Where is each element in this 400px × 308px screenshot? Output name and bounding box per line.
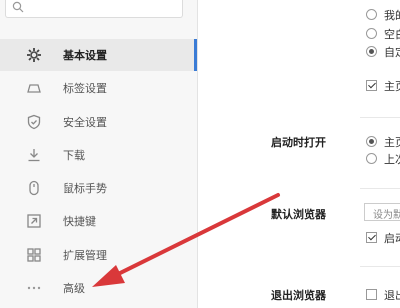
sidebar-item-extensions[interactable]: 扩展管理 bbox=[0, 239, 197, 271]
startup-last-label: 上次 bbox=[384, 153, 400, 166]
shield-icon bbox=[27, 114, 41, 130]
set-default-button[interactable]: 设为默认 bbox=[364, 203, 400, 221]
startup-check-checkbox[interactable] bbox=[366, 232, 377, 243]
blank-option-label: 空白 bbox=[384, 28, 400, 41]
extensions-icon bbox=[27, 248, 41, 262]
exit-checkbox[interactable] bbox=[366, 289, 377, 300]
divider bbox=[360, 266, 400, 267]
sidebar-item-download[interactable]: 下载 bbox=[0, 139, 197, 171]
exit-browser-label: 退出浏览器 bbox=[271, 289, 326, 302]
custom-option-label: 自定 bbox=[384, 46, 400, 59]
exit-checkbox-label: 退出 bbox=[384, 289, 400, 302]
homepage-checkbox-label: 主页 bbox=[384, 80, 400, 93]
homepage-checkbox[interactable] bbox=[366, 80, 377, 91]
startup-home-label: 主页 bbox=[384, 136, 400, 149]
default-browser-label: 默认浏览器 bbox=[271, 208, 326, 221]
custom-option-radio[interactable] bbox=[366, 46, 377, 57]
sidebar-item-label: 扩展管理 bbox=[63, 249, 107, 262]
home-option-label: 我的 bbox=[384, 9, 400, 22]
startup-last-radio[interactable] bbox=[366, 153, 377, 164]
sidebar-item-mouse-gestures[interactable]: 鼠标手势 bbox=[0, 172, 197, 204]
shortcut-icon bbox=[27, 214, 41, 228]
home-option-radio[interactable] bbox=[366, 9, 377, 20]
sidebar-item-label: 下载 bbox=[63, 149, 85, 162]
sidebar-item-label: 标签设置 bbox=[63, 82, 107, 95]
sidebar-item-label: 基本设置 bbox=[63, 49, 107, 62]
startup-home-radio[interactable] bbox=[366, 136, 377, 147]
gear-icon bbox=[27, 48, 41, 62]
startup-check-label: 启动 bbox=[384, 232, 400, 245]
sidebar-item-advanced[interactable]: 高级 bbox=[0, 272, 197, 304]
blank-option-radio[interactable] bbox=[366, 28, 377, 39]
more-icon bbox=[27, 286, 41, 290]
search-input[interactable] bbox=[5, 0, 183, 18]
sidebar-item-security[interactable]: 安全设置 bbox=[0, 106, 197, 138]
divider bbox=[360, 117, 400, 118]
settings-sidebar: 基本设置 标签设置 安全设置 下载 鼠标手势 快捷键 扩展管理 高级 bbox=[0, 0, 198, 308]
search-icon bbox=[12, 1, 24, 13]
sidebar-item-basic[interactable]: 基本设置 bbox=[0, 39, 197, 71]
sidebar-item-tabs[interactable]: 标签设置 bbox=[0, 72, 197, 104]
sidebar-item-label: 鼠标手势 bbox=[63, 182, 107, 195]
mouse-icon bbox=[29, 180, 39, 196]
sidebar-item-shortcuts[interactable]: 快捷键 bbox=[0, 205, 197, 237]
download-icon bbox=[28, 149, 40, 162]
sidebar-item-label: 安全设置 bbox=[63, 116, 107, 129]
divider bbox=[360, 188, 400, 189]
tab-icon bbox=[27, 84, 41, 93]
sidebar-item-label: 快捷键 bbox=[63, 215, 96, 228]
startup-label: 启动时打开 bbox=[271, 136, 326, 149]
sidebar-item-label: 高级 bbox=[63, 282, 85, 295]
